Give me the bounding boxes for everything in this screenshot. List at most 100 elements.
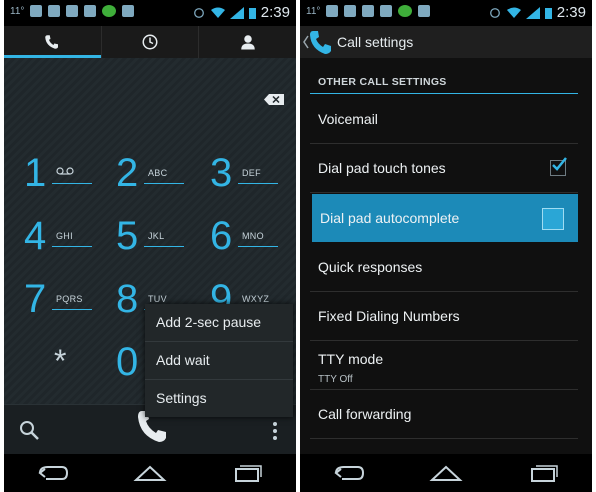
key-4[interactable]: 4 GHI (10, 213, 100, 273)
key-letters: DEF (242, 168, 261, 178)
overflow-menu-icon[interactable] (272, 421, 278, 441)
setting-tty-mode[interactable]: TTY mode TTY Off (310, 341, 578, 390)
key-2[interactable]: 2 ABC (102, 150, 192, 210)
menu-item-add-pause[interactable]: Add 2-sec pause (145, 304, 293, 342)
key-letters: ABC (148, 168, 168, 178)
back-icon[interactable] (332, 463, 366, 483)
setting-call-forwarding[interactable]: Call forwarding (310, 390, 578, 439)
system-nav-bar (300, 454, 592, 492)
gallery-icon (344, 5, 357, 17)
key-underline (52, 183, 92, 184)
key-letters: GHI (56, 231, 73, 241)
key-letters: TUV (148, 294, 167, 304)
setting-label: Dial pad touch tones (318, 160, 446, 176)
menu-item-settings[interactable]: Settings (145, 380, 293, 417)
wifi-icon (506, 7, 521, 18)
setting-quick-responses[interactable]: Quick responses (310, 243, 578, 292)
setting-dial-pad-autocomplete[interactable]: Dial pad autocomplete (312, 194, 578, 242)
clock-text: 2:39 (260, 4, 290, 21)
checkmark-icon (552, 157, 567, 171)
temperature-text: 11° (306, 5, 321, 17)
key-underline (52, 309, 92, 310)
status-bar: 11° 2:39 (300, 0, 592, 26)
key-digit: 7 (24, 277, 47, 321)
badge-icon (102, 5, 117, 17)
dialer-screen: 11° 2:39 1 2 ABC 3 DEF 4 GHI 5 JKL 6 MNO… (4, 0, 296, 492)
key-digit: 5 (116, 214, 139, 258)
gallery-icon (48, 5, 61, 17)
temperature-text: 11° (10, 5, 25, 17)
clock-text: 2:39 (556, 4, 586, 21)
setting-label: Voicemail (318, 111, 378, 127)
battery-icon (248, 7, 256, 19)
chat-icon (66, 5, 79, 17)
backspace-icon[interactable] (264, 94, 284, 105)
key-star[interactable]: * (10, 339, 100, 399)
wifi-icon (210, 7, 225, 18)
recent-apps-icon[interactable] (230, 463, 264, 483)
key-digit: 6 (210, 214, 233, 258)
key-1[interactable]: 1 (10, 150, 100, 210)
key-underline (238, 246, 278, 247)
key-digit: 4 (24, 214, 47, 258)
key-7[interactable]: 7 PQRS (10, 276, 100, 336)
setting-label: Call forwarding (318, 406, 412, 422)
menu-item-add-wait[interactable]: Add wait (145, 342, 293, 380)
chat-icon (362, 5, 375, 17)
signal-icon (229, 6, 244, 19)
setting-label: TTY mode (318, 351, 384, 367)
phone-icon (45, 35, 59, 49)
key-letters: PQRS (56, 294, 83, 304)
key-letters: MNO (242, 231, 264, 241)
key-letters: WXYZ (242, 294, 270, 304)
alarm-icon (489, 7, 500, 18)
tab-phone[interactable] (4, 26, 102, 58)
key-digit: 2 (116, 151, 139, 195)
autocomplete-checkbox[interactable] (542, 208, 564, 230)
key-digit: 0 (116, 340, 139, 384)
key-underline (52, 246, 92, 247)
page-title: Call settings (337, 34, 414, 50)
key-underline (144, 246, 184, 247)
alarm-icon (193, 7, 204, 18)
task-icon (122, 5, 135, 17)
setting-voicemail[interactable]: Voicemail (310, 95, 578, 144)
system-nav-bar (4, 454, 296, 492)
phone-app-icon (310, 31, 331, 54)
key-3[interactable]: 3 DEF (196, 150, 286, 210)
key-digit: * (54, 343, 67, 379)
key-digit: 3 (210, 151, 233, 195)
search-icon[interactable] (18, 419, 40, 441)
key-underline (238, 183, 278, 184)
tab-recent[interactable] (102, 26, 200, 58)
battery-icon (544, 7, 552, 19)
key-5[interactable]: 5 JKL (102, 213, 192, 273)
notification-a-icon (326, 5, 339, 17)
status-bar: 11° 2:39 (4, 0, 296, 26)
key-digit: 1 (24, 151, 47, 195)
setting-fixed-dialing-numbers[interactable]: Fixed Dialing Numbers (310, 292, 578, 341)
message-icon (84, 5, 97, 17)
section-header: OTHER CALL SETTINGS (318, 76, 447, 88)
setting-label: Fixed Dialing Numbers (318, 308, 460, 324)
key-6[interactable]: 6 MNO (196, 213, 286, 273)
back-icon[interactable] (36, 463, 70, 483)
setting-summary: TTY Off (318, 374, 353, 385)
setting-label: Quick responses (318, 259, 423, 275)
voicemail-icon (56, 167, 74, 175)
setting-label: Dial pad autocomplete (320, 210, 460, 226)
signal-icon (525, 6, 540, 19)
task-icon (418, 5, 431, 17)
notification-a-icon (30, 5, 43, 17)
recent-apps-icon[interactable] (526, 463, 560, 483)
overflow-menu: Add 2-sec pause Add wait Settings (145, 304, 293, 417)
action-bar[interactable]: Call settings (300, 26, 592, 58)
section-divider (310, 93, 578, 94)
home-icon[interactable] (429, 463, 463, 483)
tab-contacts[interactable] (199, 26, 296, 58)
setting-dial-pad-touch-tones[interactable]: Dial pad touch tones (310, 144, 578, 193)
settings-list: OTHER CALL SETTINGS Voicemail Dial pad t… (300, 58, 592, 454)
key-underline (144, 183, 184, 184)
home-icon[interactable] (133, 463, 167, 483)
dialer-tab-bar (4, 26, 296, 58)
